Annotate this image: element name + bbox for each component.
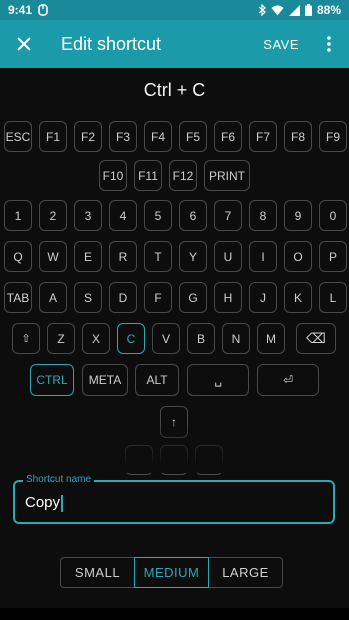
size-medium-button[interactable]: MEDIUM xyxy=(134,557,209,588)
key-print[interactable]: PRINT xyxy=(204,160,250,191)
notification-icon xyxy=(38,4,48,16)
key-0[interactable]: 0 xyxy=(319,200,347,231)
shortcut-display: Ctrl + C xyxy=(143,80,206,100)
key-y[interactable]: Y xyxy=(179,241,207,272)
key-9[interactable]: 9 xyxy=(284,200,312,231)
key-f5[interactable]: F5 xyxy=(179,121,207,152)
status-time: 9:41 xyxy=(8,3,33,17)
size-toggle-group: SMALL MEDIUM LARGE xyxy=(60,557,283,588)
key-u[interactable]: U xyxy=(214,241,242,272)
key-1[interactable]: 1 xyxy=(4,200,32,231)
key-f11[interactable]: F11 xyxy=(134,160,162,191)
key-r[interactable]: R xyxy=(109,241,137,272)
shortcut-name-field[interactable]: Shortcut name Copy xyxy=(13,474,335,524)
wifi-icon xyxy=(271,5,284,16)
key-p[interactable]: P xyxy=(319,241,347,272)
key-m[interactable]: M xyxy=(257,323,285,354)
key-backspace[interactable]: ⌫ xyxy=(296,323,336,354)
key-meta[interactable]: META xyxy=(82,364,128,396)
battery-icon xyxy=(304,4,312,16)
key-o[interactable]: O xyxy=(284,241,312,272)
key-g[interactable]: G xyxy=(179,282,207,313)
signal-icon xyxy=(288,4,300,16)
key-f12[interactable]: F12 xyxy=(169,160,197,191)
key-a[interactable]: A xyxy=(39,282,67,313)
key-x[interactable]: X xyxy=(82,323,110,354)
key-ctrl[interactable]: CTRL xyxy=(30,364,74,396)
key-f8[interactable]: F8 xyxy=(284,121,312,152)
save-button[interactable]: SAVE xyxy=(263,37,299,52)
bluetooth-icon xyxy=(258,4,266,16)
key-f[interactable]: F xyxy=(144,282,172,313)
key-e[interactable]: E xyxy=(74,241,102,272)
size-small-button[interactable]: SMALL xyxy=(60,557,135,588)
key-tab[interactable]: TAB xyxy=(4,282,32,313)
key-s[interactable]: S xyxy=(74,282,102,313)
keyboard-fade xyxy=(0,423,349,473)
key-w[interactable]: W xyxy=(39,241,67,272)
key-enter[interactable]: ⏎ xyxy=(257,364,319,396)
key-c[interactable]: C xyxy=(117,323,145,354)
close-button[interactable] xyxy=(0,20,48,68)
key-7[interactable]: 7 xyxy=(214,200,242,231)
key-f3[interactable]: F3 xyxy=(109,121,137,152)
size-large-button[interactable]: LARGE xyxy=(208,557,283,588)
key-h[interactable]: H xyxy=(214,282,242,313)
text-caret xyxy=(61,494,63,512)
key-2[interactable]: 2 xyxy=(39,200,67,231)
key-esc[interactable]: ESC xyxy=(4,121,32,152)
key-k[interactable]: K xyxy=(284,282,312,313)
key-8[interactable]: 8 xyxy=(249,200,277,231)
key-alt[interactable]: ALT xyxy=(135,364,179,396)
key-3[interactable]: 3 xyxy=(74,200,102,231)
key-l[interactable]: L xyxy=(319,282,347,313)
app-bar: Edit shortcut SAVE xyxy=(0,20,349,68)
key-v[interactable]: V xyxy=(152,323,180,354)
key-b[interactable]: B xyxy=(187,323,215,354)
key-4[interactable]: 4 xyxy=(109,200,137,231)
key-t[interactable]: T xyxy=(144,241,172,272)
key-q[interactable]: Q xyxy=(4,241,32,272)
more-options-button[interactable] xyxy=(317,20,341,68)
more-vert-icon xyxy=(327,36,331,52)
battery-percent: 88% xyxy=(316,3,341,17)
status-bar: 9:41 88% xyxy=(0,0,349,20)
navigation-bar xyxy=(0,608,349,620)
key-f6[interactable]: F6 xyxy=(214,121,242,152)
key-space[interactable]: ␣ xyxy=(187,364,249,396)
key-f9[interactable]: F9 xyxy=(319,121,347,152)
key-d[interactable]: D xyxy=(109,282,137,313)
close-icon xyxy=(17,37,31,51)
key-n[interactable]: N xyxy=(222,323,250,354)
shortcut-name-label: Shortcut name xyxy=(23,474,95,485)
key-z[interactable]: Z xyxy=(47,323,75,354)
shortcut-name-input[interactable]: Copy xyxy=(25,494,63,512)
key-5[interactable]: 5 xyxy=(144,200,172,231)
key-6[interactable]: 6 xyxy=(179,200,207,231)
key-f10[interactable]: F10 xyxy=(99,160,127,191)
key-f2[interactable]: F2 xyxy=(74,121,102,152)
key-f1[interactable]: F1 xyxy=(39,121,67,152)
key-shift[interactable]: ⇧ xyxy=(12,323,40,354)
main-content: Ctrl + C ESC F1 F2 F3 F4 F5 F6 F7 F8 F9 F10 F11 F12 P… xyxy=(0,68,349,608)
key-f7[interactable]: F7 xyxy=(249,121,277,152)
key-j[interactable]: J xyxy=(249,282,277,313)
key-i[interactable]: I xyxy=(249,241,277,272)
key-f4[interactable]: F4 xyxy=(144,121,172,152)
page-title: Edit shortcut xyxy=(61,33,162,54)
shortcut-name-value: Copy xyxy=(25,494,61,511)
